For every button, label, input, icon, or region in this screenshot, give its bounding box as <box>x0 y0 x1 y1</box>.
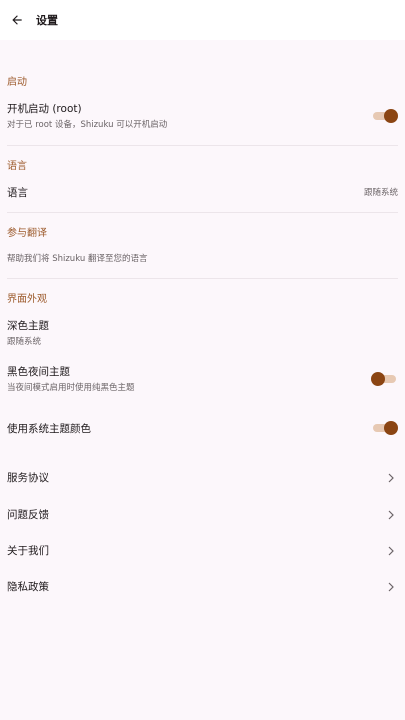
black-night-theme-title: 黑色夜间主题 <box>7 366 70 378</box>
divider <box>7 212 398 213</box>
language-title: 语言 <box>7 187 28 199</box>
app-bar: 设置 <box>0 0 405 40</box>
chevron-right-icon <box>388 473 394 483</box>
section-title-startup: 启动 <box>7 77 27 88</box>
settings-list: 启动 开机启动 (root) 对于已 root 设备，Shizuku 可以开机启… <box>0 40 405 720</box>
switch-thumb <box>384 109 398 123</box>
privacy-policy-title: 隐私政策 <box>7 581 49 593</box>
switch-thumb <box>384 421 398 435</box>
translate-subtitle: 帮助我们将 Shizuku 翻译至您的语言 <box>7 254 148 264</box>
boot-start-row[interactable]: 开机启动 (root) 对于已 root 设备，Shizuku 可以开机启动 <box>0 95 405 133</box>
section-title-appearance: 界面外观 <box>7 294 47 305</box>
arrow-left-icon <box>12 15 22 25</box>
section-title-language: 语言 <box>7 161 27 172</box>
service-agreement-title: 服务协议 <box>7 472 49 484</box>
about-title: 关于我们 <box>7 545 49 557</box>
black-night-theme-switch[interactable] <box>371 372 396 386</box>
chevron-right-icon <box>388 510 394 520</box>
about-row[interactable]: 关于我们 <box>0 537 405 563</box>
section-title-translate: 参与翻译 <box>7 228 47 239</box>
system-theme-color-row[interactable]: 使用系统主题颜色 <box>0 415 405 441</box>
feedback-row[interactable]: 问题反馈 <box>0 501 405 527</box>
divider <box>7 278 398 279</box>
boot-start-subtitle: 对于已 root 设备，Shizuku 可以开机启动 <box>7 120 168 130</box>
system-theme-color-title: 使用系统主题颜色 <box>7 423 91 435</box>
boot-start-title: 开机启动 (root) <box>7 103 82 115</box>
chevron-right-icon <box>388 546 394 556</box>
switch-thumb <box>371 372 385 386</box>
service-agreement-row[interactable]: 服务协议 <box>0 464 405 490</box>
language-row[interactable]: 语言 跟随系统 <box>0 180 405 204</box>
dark-theme-subtitle: 跟随系统 <box>7 337 42 347</box>
black-night-theme-row[interactable]: 黑色夜间主题 当夜间模式启用时使用纯黑色主题 <box>0 360 405 398</box>
black-night-theme-subtitle: 当夜间模式启用时使用纯黑色主题 <box>7 383 135 393</box>
language-value: 跟随系统 <box>363 188 398 198</box>
feedback-title: 问题反馈 <box>7 509 49 521</box>
divider <box>7 145 398 146</box>
boot-start-switch[interactable] <box>373 109 398 123</box>
dark-theme-title: 深色主题 <box>7 320 49 332</box>
chevron-right-icon <box>388 582 394 592</box>
system-theme-color-switch[interactable] <box>373 421 398 435</box>
dark-theme-row[interactable]: 深色主题 跟随系统 <box>0 314 405 350</box>
privacy-policy-row[interactable]: 隐私政策 <box>0 573 405 599</box>
back-button[interactable] <box>3 6 31 34</box>
page-title: 设置 <box>36 14 58 27</box>
translate-row[interactable]: 帮助我们将 Shizuku 翻译至您的语言 <box>0 246 405 270</box>
